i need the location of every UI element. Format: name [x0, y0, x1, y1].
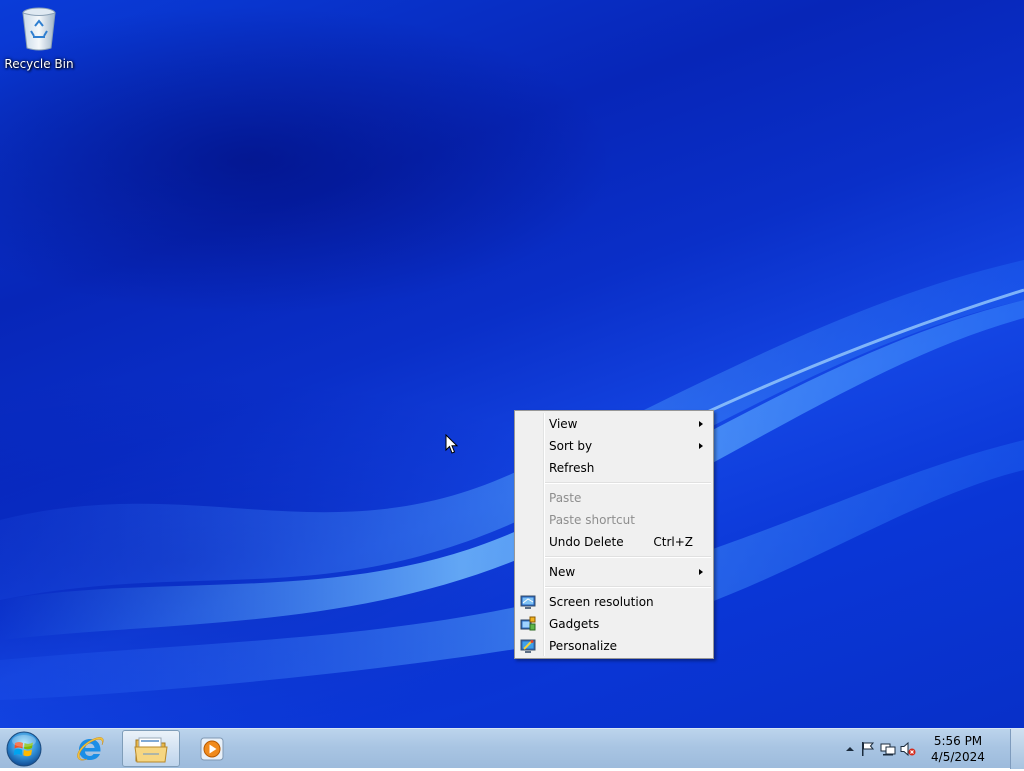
menu-item-personalize[interactable]: Personalize [515, 635, 713, 657]
submenu-arrow-icon [699, 443, 703, 449]
menu-item-sort-by[interactable]: Sort by [515, 435, 713, 457]
desktop-context-menu: View Sort by Refresh Paste Paste shortcu… [514, 410, 714, 659]
recycle-bin-label: Recycle Bin [4, 57, 74, 71]
recycle-bin-icon [22, 7, 56, 51]
menu-item-label: New [549, 565, 576, 579]
menu-item-label: Refresh [549, 461, 595, 475]
taskbar-windows-explorer-button[interactable] [122, 730, 180, 767]
menu-item-label: Gadgets [549, 617, 600, 631]
menu-item-label: Undo Delete [549, 535, 624, 549]
menu-item-label: Paste shortcut [549, 513, 635, 527]
clock[interactable]: 5:56 PM 4/5/2024 [920, 733, 996, 765]
menu-item-label: Sort by [549, 439, 593, 453]
menu-item-view[interactable]: View [515, 413, 713, 435]
wallpaper-waves [0, 260, 1024, 700]
menu-item-undo-delete[interactable]: Undo Delete Ctrl+Z [515, 531, 713, 553]
internet-explorer-icon [77, 736, 104, 760]
menu-item-refresh[interactable]: Refresh [515, 457, 713, 479]
display-icon [520, 595, 536, 609]
media-player-icon [200, 737, 224, 760]
volume-muted-icon[interactable] [900, 741, 916, 757]
action-center-flag-icon[interactable] [860, 741, 876, 757]
mouse-pointer-icon [445, 434, 459, 454]
recycle-bin-shortcut[interactable]: Recycle Bin [4, 6, 74, 76]
folder-icon [134, 737, 168, 762]
submenu-arrow-icon [699, 569, 703, 575]
menu-item-gadgets[interactable]: Gadgets [515, 613, 713, 635]
taskbar: 5:56 PM 4/5/2024 [0, 728, 1024, 769]
windows-orb-icon [6, 731, 42, 767]
menu-item-label: Personalize [549, 639, 618, 653]
notification-area: 5:56 PM 4/5/2024 [834, 729, 1024, 769]
clock-date: 4/5/2024 [931, 750, 985, 764]
taskbar-internet-explorer-button[interactable] [62, 730, 118, 767]
menu-separator [545, 482, 711, 484]
menu-item-new[interactable]: New [515, 561, 713, 583]
menu-item-label: Paste [549, 491, 582, 505]
show-hidden-icons-icon[interactable] [842, 741, 858, 757]
menu-separator [545, 586, 711, 588]
personalize-icon [520, 639, 536, 653]
taskbar-media-player-button[interactable] [184, 730, 240, 767]
menu-item-screen-resolution[interactable]: Screen resolution [515, 591, 713, 613]
menu-item-label: Screen resolution [549, 595, 654, 609]
menu-separator [545, 556, 711, 558]
show-desktop-button[interactable] [1010, 729, 1024, 769]
submenu-arrow-icon [699, 421, 703, 427]
clock-time: 5:56 PM [933, 734, 983, 748]
menu-item-paste-shortcut[interactable]: Paste shortcut [515, 509, 713, 531]
menu-item-shortcut: Ctrl+Z [653, 535, 693, 549]
gadgets-icon [520, 616, 536, 631]
desktop[interactable]: Recycle Bin View Sort by Refresh Paste P… [0, 0, 1024, 728]
network-icon[interactable] [880, 741, 896, 757]
menu-item-label: View [549, 417, 578, 431]
start-button[interactable] [4, 730, 46, 768]
menu-item-paste[interactable]: Paste [515, 487, 713, 509]
